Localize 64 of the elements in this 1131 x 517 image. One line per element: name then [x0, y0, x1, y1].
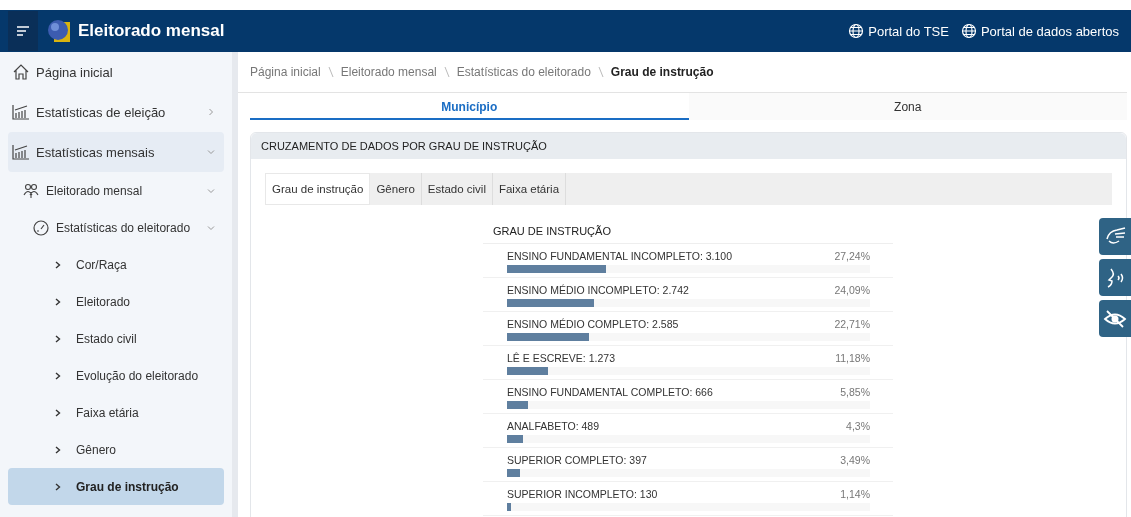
row-label: SUPERIOR COMPLETO: 397 [507, 454, 647, 466]
row-label: ENSINO FUNDAMENTAL COMPLETO: 666 [507, 386, 713, 398]
sidebar-item[interactable]: Eleitorado [8, 283, 224, 320]
logo-icon [46, 18, 72, 44]
percent-value: 22,71% [834, 318, 870, 330]
bar-chart-icon [12, 103, 30, 121]
breadcrumb-item[interactable]: Estatísticas do eleitorado [456, 65, 591, 79]
header-link[interactable]: Portal de dados abertos [960, 23, 1119, 39]
accessibility-button[interactable] [1099, 218, 1131, 255]
chevron-right-icon [54, 444, 62, 455]
menu-icon [16, 25, 30, 37]
breadcrumb-separator-icon [597, 66, 604, 78]
sidebar-item[interactable]: Cor/Raça [8, 246, 224, 283]
chevron-down-icon [206, 147, 216, 157]
gauge-icon [32, 218, 50, 237]
breadcrumb-item[interactable]: Eleitorado mensal [340, 65, 437, 79]
percent-value: 3,49% [840, 454, 870, 466]
row-label: ANALFABETO: 489 [507, 420, 600, 432]
bar-chart-icon [12, 143, 30, 161]
chevron-right-icon [54, 259, 62, 270]
sidebar-item[interactable]: Eleitorado mensal [8, 172, 224, 209]
percent-value: 24,09% [834, 284, 870, 296]
accessibility-button[interactable] [1099, 300, 1131, 337]
chevron-right-icon [54, 370, 62, 381]
breadcrumb-item[interactable]: Página inicial [250, 65, 321, 79]
sidebar-item[interactable]: Estado civil [8, 320, 224, 357]
app-title: Eleitorado mensal [78, 21, 226, 41]
sidebar-item[interactable]: Página inicial [8, 52, 224, 92]
sidebar-item[interactable]: Faixa etária [8, 394, 224, 431]
sidebar-item[interactable]: Estatísticas de eleição [8, 92, 224, 132]
chevron-right-icon [54, 407, 62, 418]
people-icon [22, 181, 40, 200]
breadcrumb-separator-icon [327, 66, 334, 78]
percent-value: 5,85% [840, 386, 870, 398]
row-label: ENSINO MÉDIO COMPLETO: 2.585 [507, 318, 679, 330]
tab[interactable]: Grau de instrução [265, 173, 371, 205]
row-label: LÊ E ESCREVE: 1.273 [507, 352, 615, 364]
accessibility-button[interactable] [1099, 259, 1131, 296]
chevron-right-icon [54, 296, 62, 307]
percent-value: 27,24% [834, 250, 870, 262]
globe-icon [960, 23, 977, 39]
panel-title: GRAU DE INSTRUÇÃO [493, 225, 611, 237]
sidebar-item[interactable]: Estatísticas mensais [8, 132, 224, 172]
breadcrumb-separator-icon [443, 66, 450, 78]
sidebar-item[interactable]: Grau de instrução [8, 468, 224, 505]
card-title: CRUZAMENTO DE DADOS POR GRAU DE INSTRUÇÃO [261, 140, 547, 152]
sidebar-item[interactable]: Evolução do eleitorado [8, 357, 224, 394]
home-icon [12, 63, 30, 81]
globe-icon [848, 23, 865, 39]
percent-value: 11,18% [835, 352, 870, 364]
breadcrumb-item: Grau de instrução [610, 65, 714, 79]
sidebar-item[interactable]: Estatísticas do eleitorado [8, 209, 224, 246]
menu-button[interactable] [8, 11, 38, 51]
chevron-right-icon [54, 333, 62, 344]
row-label: ENSINO FUNDAMENTAL INCOMPLETO: 3.100 [507, 250, 733, 262]
percent-value: 4,3% [846, 420, 870, 432]
tab[interactable]: Zona [688, 93, 1127, 120]
chevron-right-icon [54, 481, 62, 492]
percent-value: 1,14% [840, 488, 870, 500]
chevron-right-icon [206, 107, 216, 117]
row-label: ENSINO MÉDIO INCOMPLETO: 2.742 [507, 284, 689, 296]
sidebar-item[interactable]: Gênero [8, 431, 224, 468]
row-label: SUPERIOR INCOMPLETO: 130 [507, 488, 658, 500]
header-link[interactable]: Portal do TSE [848, 23, 949, 39]
